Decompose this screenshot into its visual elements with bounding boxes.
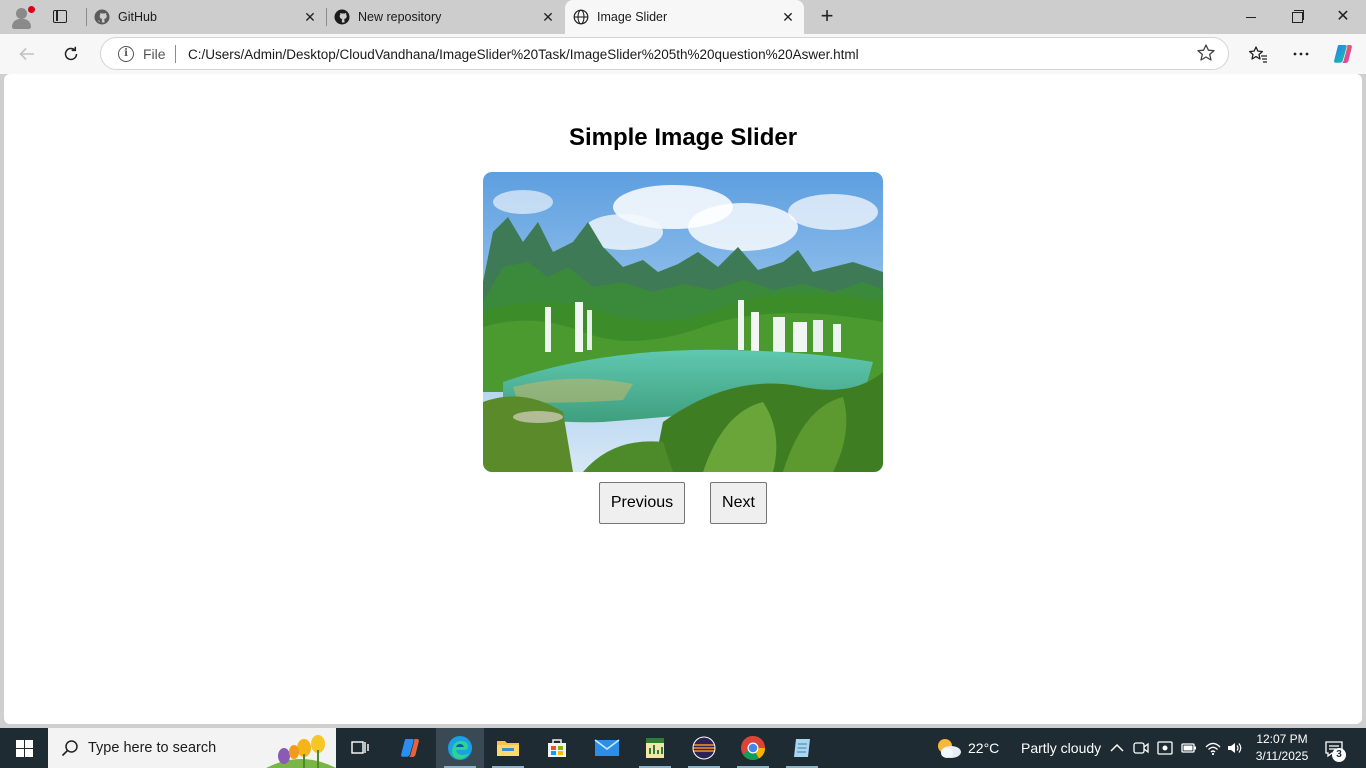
weather-partly-cloudy-icon[interactable] <box>935 736 963 760</box>
tab-github[interactable]: GitHub ✕ <box>86 0 326 34</box>
page-title: Simple Image Slider <box>568 124 798 151</box>
minimize-icon[interactable] <box>1228 0 1274 34</box>
tab-actions-icon[interactable] <box>46 5 74 29</box>
close-tab-icon[interactable]: ✕ <box>540 9 556 25</box>
file-explorer-icon[interactable] <box>484 728 532 768</box>
clock-time: 12:07 PM <box>1256 732 1308 746</box>
info-icon[interactable]: i <box>118 46 134 62</box>
restore-icon[interactable] <box>1274 0 1320 34</box>
file-label: File <box>143 46 166 62</box>
tab-title: New repository <box>358 10 442 24</box>
edge-icon[interactable] <box>436 728 484 768</box>
profile-avatar-icon[interactable] <box>8 4 36 30</box>
taskbar-search[interactable]: Type here to search <box>48 728 336 768</box>
store-icon[interactable] <box>533 728 581 768</box>
favorite-star-icon[interactable] <box>1196 43 1216 63</box>
windows-start-icon[interactable] <box>0 728 48 768</box>
notification-dot <box>28 6 35 13</box>
favorites-icon[interactable] <box>1243 39 1273 69</box>
spreadsheet-icon[interactable] <box>631 728 679 768</box>
tab-image-slider[interactable]: Image Slider ✕ <box>565 0 804 34</box>
url-text[interactable]: C:/Users/Admin/Desktop/CloudVandhana/Ima… <box>188 47 859 62</box>
close-tab-icon[interactable]: ✕ <box>780 9 796 25</box>
battery-icon[interactable] <box>1180 739 1198 757</box>
refresh-icon[interactable] <box>56 39 86 69</box>
taskbar-clock[interactable]: 12:07 PM 3/11/2025 <box>1254 731 1310 765</box>
mail-icon[interactable] <box>583 728 631 768</box>
close-tab-icon[interactable]: ✕ <box>302 9 318 25</box>
volume-icon[interactable] <box>1226 739 1244 757</box>
meet-now-icon[interactable] <box>1132 739 1150 757</box>
next-button[interactable]: Next <box>710 482 767 524</box>
globe-icon <box>573 9 589 25</box>
screen-capture-icon[interactable] <box>1156 739 1174 757</box>
tab-new-repository[interactable]: New repository ✕ <box>326 0 564 34</box>
taskbar: Type here to search 22°C Partly cloudy 1… <box>0 728 1366 768</box>
address-bar[interactable]: i File C:/Users/Admin/Desktop/CloudVandh… <box>100 37 1229 70</box>
more-icon[interactable] <box>1286 39 1316 69</box>
weather-description[interactable]: Partly cloudy <box>1021 740 1101 756</box>
tab-title: GitHub <box>118 10 157 24</box>
tab-title: Image Slider <box>597 10 668 24</box>
weather-temperature[interactable]: 22°C <box>968 740 999 756</box>
copilot-icon[interactable] <box>386 728 434 768</box>
notification-count-badge: 3 <box>1332 748 1346 762</box>
search-icon <box>61 740 78 757</box>
chrome-icon[interactable] <box>729 728 777 768</box>
notepad-icon[interactable] <box>778 728 826 768</box>
github-icon <box>94 9 110 25</box>
browser-toolbar: i File C:/Users/Admin/Desktop/CloudVandh… <box>0 34 1366 74</box>
clock-date: 3/11/2025 <box>1255 749 1309 763</box>
github-icon <box>334 9 350 25</box>
page-viewport: Simple Image Slider Previous Next <box>4 74 1362 724</box>
tab-strip: GitHub ✕ New repository ✕ Image Slider ✕… <box>0 0 1366 34</box>
copilot-icon[interactable] <box>1328 39 1358 69</box>
new-tab-button[interactable]: + <box>814 5 840 29</box>
back-arrow-icon[interactable] <box>12 39 42 69</box>
tulips-art-icon <box>266 735 336 768</box>
search-placeholder: Type here to search <box>88 740 217 756</box>
task-view-icon[interactable] <box>336 728 384 768</box>
eclipse-icon[interactable] <box>680 728 728 768</box>
previous-button[interactable]: Previous <box>599 482 685 524</box>
wifi-icon[interactable] <box>1204 739 1222 757</box>
waterfall-landscape-image <box>483 172 883 472</box>
show-hidden-icons-chevron-icon[interactable] <box>1108 739 1126 757</box>
close-window-icon[interactable]: ✕ <box>1320 0 1366 34</box>
